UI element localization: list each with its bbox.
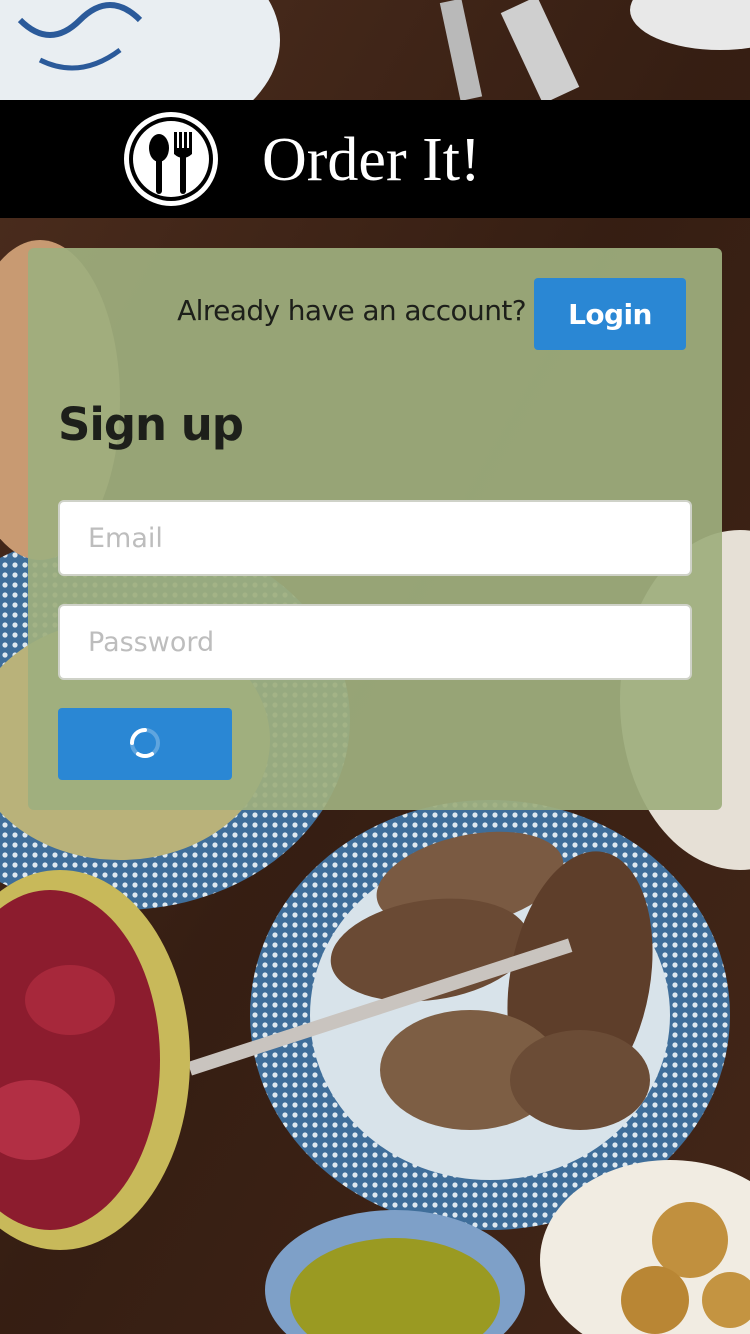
email-field[interactable] — [58, 500, 692, 576]
login-prompt: Already have an account? — [177, 294, 526, 327]
page-title: Sign up — [58, 398, 244, 451]
signup-submit-button[interactable] — [58, 708, 232, 780]
app-header: Order It! — [0, 100, 750, 218]
app-title: Order It! — [262, 126, 481, 194]
signup-card: Already have an account? Login Sign up — [28, 248, 722, 810]
fork-spoon-icon — [124, 112, 218, 206]
spinner-icon — [130, 728, 160, 758]
login-button[interactable]: Login — [534, 278, 686, 350]
password-field[interactable] — [58, 604, 692, 680]
